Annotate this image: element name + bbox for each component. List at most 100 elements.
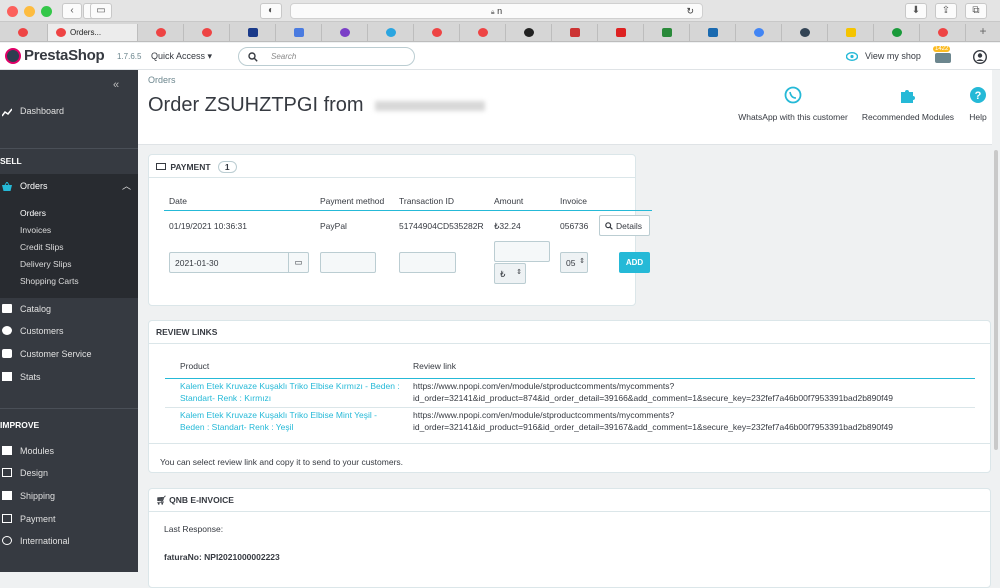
calendar-icon (570, 28, 580, 37)
sidebar-subitem-credit-slips[interactable]: Credit Slips (20, 242, 63, 252)
currency-select[interactable]: ₺ ⇕ (494, 263, 526, 284)
puzzle-icon (2, 446, 12, 455)
tab-12[interactable] (598, 24, 644, 41)
scrollbar-thumb[interactable] (994, 150, 998, 450)
help-icon: ? (970, 87, 986, 103)
prestashop-logo-icon (5, 48, 21, 64)
search-input[interactable]: Search (238, 47, 415, 66)
sidebar-item-label: Dashboard (20, 106, 65, 116)
privacy-shield-icon[interactable]: ◐ (260, 3, 282, 19)
sidebar-divider (0, 408, 138, 409)
back-button[interactable]: ‹ (62, 3, 82, 19)
payment-amount: ₺32.24 (494, 221, 521, 231)
page-toolbar: Orders Order ZSUHZTPGI from WhatsApp wit… (138, 70, 1000, 145)
svg-text:?: ? (975, 90, 982, 102)
sidebar: « Dashboard SELL Orders ︿ Orders Invoice… (0, 70, 138, 572)
tab-18[interactable] (874, 24, 920, 41)
recommended-modules-button[interactable]: Recommended Modules (858, 86, 958, 122)
tab-favicon-icon (432, 28, 442, 37)
whatsapp-button[interactable]: WhatsApp with this customer (733, 86, 853, 122)
review-link-text[interactable]: https://www.npopi.com/en/module/stproduc… (413, 409, 893, 433)
tab-9[interactable] (460, 24, 506, 41)
tab-5[interactable] (276, 24, 322, 41)
col-review-link: Review link (413, 361, 456, 371)
lock-icon: 🔒︎ (490, 9, 495, 16)
review-product-link[interactable]: Kalem Etek Kruvaze Kuşaklı Triko Elbise … (180, 409, 377, 433)
page-title: Order ZSUHZTPGI from (148, 94, 486, 117)
calendar-icon[interactable]: ▭ (288, 253, 308, 272)
address-bar[interactable]: 🔒︎ n ↻ (290, 3, 703, 19)
search-placeholder: Search (271, 52, 297, 61)
tab-16[interactable] (782, 24, 828, 41)
tab-pinned[interactable] (0, 24, 48, 41)
globe-icon (2, 536, 12, 545)
reload-icon[interactable]: ↻ (686, 4, 694, 18)
tabs-overview-icon[interactable]: ⧉ (965, 3, 987, 19)
sidebar-section-sell: SELL (0, 156, 22, 166)
tab-10[interactable] (506, 24, 552, 41)
review-product-link[interactable]: Kalem Etek Kruvaze Kuşaklı Triko Elbise … (180, 380, 400, 404)
logo-text: PrestaShop (24, 47, 105, 64)
sidebar-toggle-icon[interactable]: ▭ (90, 3, 112, 19)
tab-8[interactable] (414, 24, 460, 41)
tab-11[interactable] (552, 24, 598, 41)
monitor-icon (2, 468, 12, 477)
review-link-text[interactable]: https://www.npopi.com/en/module/stproduc… (413, 380, 893, 404)
close-window-button[interactable] (7, 6, 18, 17)
version-label: 1.7.6.5 (117, 52, 142, 61)
details-button[interactable]: Details (599, 215, 650, 236)
download-icon[interactable]: ⬇ (905, 3, 927, 19)
invoice-select[interactable]: 05 ⇕ (560, 252, 588, 273)
new-tab-button[interactable]: + (966, 24, 1000, 41)
amount-input[interactable] (494, 241, 550, 262)
user-account-icon[interactable] (973, 50, 987, 64)
share-icon[interactable]: ⇪ (935, 3, 957, 19)
breadcrumb[interactable]: Orders (148, 75, 176, 85)
add-payment-button[interactable]: ADD (619, 252, 650, 273)
tab-favicon-icon (18, 28, 28, 37)
quick-access-dropdown[interactable]: Quick Access ▾ (151, 51, 212, 62)
chat-icon (2, 349, 12, 358)
currency-value: ₺ (500, 269, 506, 279)
view-shop-link[interactable]: View my shop (865, 51, 921, 61)
payment-heading: PAYMENT 1 (156, 161, 237, 173)
tab-orders[interactable]: Orders... (48, 24, 138, 41)
sidebar-subitem-invoices[interactable]: Invoices (20, 225, 51, 235)
tab-2[interactable] (138, 24, 184, 41)
tab-13[interactable] (644, 24, 690, 41)
tab-favicon-icon (938, 28, 948, 37)
payment-method-input[interactable] (320, 252, 376, 273)
eye-icon (846, 52, 858, 61)
browser-titlebar: ‹ › ▭ ◐ 🔒︎ n ↻ ⬇ ⇪ ⧉ (0, 0, 1000, 22)
sidebar-subitem-orders[interactable]: Orders (20, 208, 46, 218)
collapse-sidebar-icon[interactable]: « (113, 79, 119, 91)
tab-17[interactable] (828, 24, 874, 41)
link-line: id_order=32141&id_product=874&id_order_d… (413, 393, 893, 403)
search-icon (248, 52, 258, 62)
tab-6[interactable] (322, 24, 368, 41)
maximize-window-button[interactable] (41, 6, 52, 17)
transaction-id-input[interactable] (399, 252, 456, 273)
sidebar-item-label: Customers (20, 326, 64, 336)
store-icon (2, 304, 12, 313)
payment-date-input[interactable]: 2021-01-30 ▭ (169, 252, 309, 273)
select-arrows-icon: ⇕ (579, 258, 585, 265)
page-scrollbar[interactable] (992, 70, 1000, 572)
last-response-label: Last Response: (164, 524, 224, 534)
url-text: n (497, 6, 503, 16)
tab-14[interactable] (690, 24, 736, 41)
sidebar-subitem-shopping-carts[interactable]: Shopping Carts (20, 276, 79, 286)
col-amount: Amount (494, 196, 524, 206)
tab-favicon-icon (156, 28, 166, 37)
tab-19[interactable] (920, 24, 966, 41)
tab-15[interactable] (736, 24, 782, 41)
tab-7[interactable] (368, 24, 414, 41)
minimize-window-button[interactable] (24, 6, 35, 17)
sidebar-subitem-delivery-slips[interactable]: Delivery Slips (20, 259, 72, 269)
help-button[interactable]: ? Help (963, 86, 993, 122)
sidebar-item-label: Design (20, 468, 49, 478)
admin-header: PrestaShop 1.7.6.5 Quick Access ▾ Search… (0, 43, 1000, 70)
tab-4[interactable] (230, 24, 276, 41)
notifications-icon[interactable] (935, 53, 951, 63)
tab-3[interactable] (184, 24, 230, 41)
